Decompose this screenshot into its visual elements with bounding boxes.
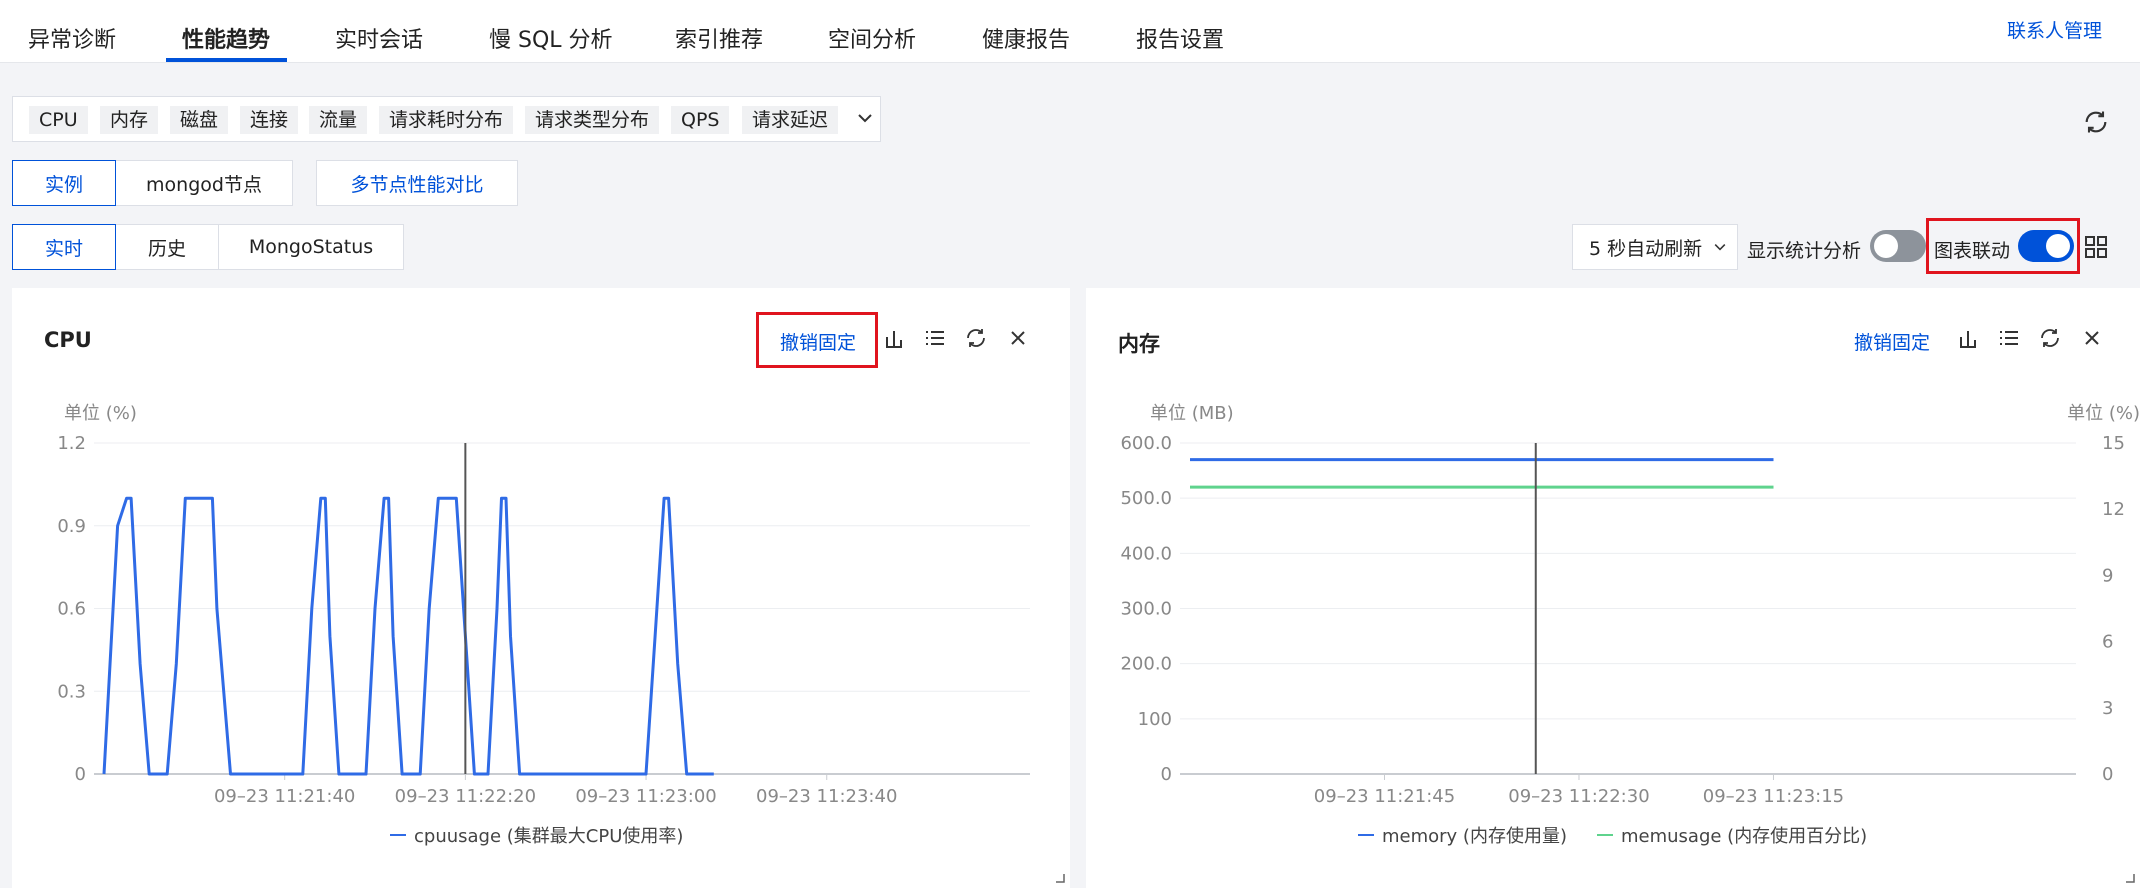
y-right-tick-label: 0 — [2102, 764, 2113, 785]
y-tick-label: 400.0 — [1120, 543, 1172, 564]
legend-label[interactable]: memusage (内存使用百分比) — [1621, 822, 1867, 848]
show-stats-label: 显示统计分析 — [1747, 240, 1862, 262]
unit-label-right: 单位 (%) — [2067, 403, 2140, 424]
mode-mongostatus-button[interactable]: MongoStatus — [218, 224, 404, 270]
top-nav: 异常诊断 性能趋势 实时会话 慢 SQL 分析 索引推荐 空间分析 健康报告 报… — [0, 0, 2140, 63]
chart-link-label: 图表联动 — [1934, 240, 2011, 262]
tab-index-recommend[interactable]: 索引推荐 — [675, 22, 763, 54]
y-tick-label: 600.0 — [1120, 433, 1172, 454]
cpu-chart-panel: CPU 撤销固定 单位 (%) 0 0.3 0.6 0.9 1.2 09–23 11:21:… — [12, 288, 1070, 888]
y-right-tick-label: 12 — [2102, 499, 2125, 520]
chevron-down-icon — [1714, 244, 1726, 251]
metric-tag-request-delay[interactable]: 请求延迟 — [742, 106, 839, 134]
grid-icon[interactable] — [2084, 235, 2108, 259]
tab-report-settings[interactable]: 报告设置 — [1136, 22, 1224, 54]
y-tick-label: 1.2 — [57, 433, 86, 454]
y-tick-label: 0 — [75, 764, 86, 785]
tab-slow-sql[interactable]: 慢 SQL 分析 — [489, 22, 613, 54]
memory-chart-panel: 内存 撤销固定 单位 (MB) 单位 (%) 0 100 200.0 300.0 400.0… — [1086, 288, 2140, 888]
metric-tag-connection[interactable]: 连接 — [240, 106, 299, 134]
chart-link-toggle[interactable] — [2018, 230, 2074, 262]
y-right-tick-label: 15 — [2102, 433, 2125, 454]
y-tick-label: 0.9 — [57, 516, 86, 537]
refresh-icon[interactable] — [2082, 108, 2110, 136]
x-tick-label: 09–23 11:22:20 — [395, 786, 536, 807]
auto-refresh-select[interactable]: 5 秒自动刷新 — [1572, 224, 1738, 270]
mode-history-button[interactable]: 历史 — [115, 224, 219, 270]
x-tick-label: 09–23 11:23:40 — [756, 786, 897, 807]
tab-performance-trend[interactable]: 性能趋势 — [182, 22, 270, 54]
metric-tag-latency-dist[interactable]: 请求耗时分布 — [379, 106, 514, 134]
memory-chart: 单位 (MB) 单位 (%)0100200.0300.0400.0500.0600… — [1120, 403, 2140, 807]
contact-management-link[interactable]: 联系人管理 — [2007, 16, 2102, 43]
y-tick-label: 500.0 — [1120, 488, 1172, 509]
y-tick-label: 200.0 — [1120, 654, 1172, 675]
y-right-tick-label: 3 — [2102, 698, 2113, 719]
toggle-knob — [2046, 234, 2070, 258]
y-right-tick-label: 6 — [2102, 632, 2113, 653]
legend-swatch — [390, 834, 406, 836]
legend-swatch — [1596, 834, 1613, 836]
metric-tag-qps[interactable]: QPS — [671, 106, 730, 134]
active-tab-indicator — [166, 58, 287, 62]
metric-selector[interactable]: CPU 内存 磁盘 连接 流量 请求耗时分布 请求类型分布 QPS 请求延迟 — [12, 96, 881, 142]
x-tick-label: 09–23 11:23:00 — [575, 786, 716, 807]
legend-label[interactable]: memory (内存使用量) — [1382, 822, 1567, 848]
multi-node-compare-button[interactable]: 多节点性能对比 — [316, 160, 518, 206]
y-tick-label: 0.3 — [57, 681, 86, 702]
unit-label-left: 单位 (MB) — [1150, 403, 1234, 424]
metric-tag-disk[interactable]: 磁盘 — [170, 106, 229, 134]
resize-icon[interactable] — [2122, 870, 2136, 884]
toggle-knob — [1874, 234, 1898, 258]
x-tick-label: 09–23 11:21:40 — [214, 786, 355, 807]
tab-realtime-session[interactable]: 实时会话 — [335, 22, 423, 54]
legend-swatch — [1358, 834, 1374, 836]
series-line-0 — [102, 496, 714, 776]
y-tick-label: 0.6 — [57, 599, 86, 620]
metric-tag-memory[interactable]: 内存 — [100, 106, 159, 134]
resize-icon[interactable] — [1052, 870, 1066, 884]
unit-label-left: 单位 (%) — [64, 403, 137, 424]
scope-instance-button[interactable]: 实例 — [12, 160, 116, 206]
y-tick-label: 100 — [1138, 709, 1172, 730]
chart-legend: cpuusage (集群最大CPU使用率) — [390, 822, 683, 848]
metric-tag-traffic[interactable]: 流量 — [309, 106, 368, 134]
y-tick-label: 0 — [1161, 764, 1172, 785]
chart-legend: memory (内存使用量) memusage (内存使用百分比) — [1358, 822, 1867, 848]
metric-tag-type-dist[interactable]: 请求类型分布 — [525, 106, 660, 134]
y-right-tick-label: 9 — [2102, 565, 2113, 586]
cpu-chart: 单位 (%) 0 0.3 0.6 0.9 1.2 09–23 11:21:40 09–23 1… — [57, 403, 1030, 807]
metric-tag-cpu[interactable]: CPU — [29, 106, 88, 134]
x-tick-label: 09–23 11:21:45 — [1314, 786, 1455, 807]
x-tick-label: 09–23 11:23:15 — [1703, 786, 1844, 807]
chevron-down-icon[interactable] — [855, 108, 875, 128]
tab-anomaly-diagnosis[interactable]: 异常诊断 — [28, 22, 116, 54]
auto-refresh-value: 5 秒自动刷新 — [1589, 237, 1703, 260]
scope-node-button[interactable]: mongod节点 — [115, 160, 293, 206]
tab-health-report[interactable]: 健康报告 — [982, 22, 1070, 54]
y-tick-label: 300.0 — [1120, 599, 1172, 620]
tab-space-analysis[interactable]: 空间分析 — [828, 22, 916, 54]
show-stats-toggle[interactable] — [1870, 230, 1926, 262]
mode-realtime-button[interactable]: 实时 — [12, 224, 116, 270]
legend-label[interactable]: cpuusage (集群最大CPU使用率) — [414, 822, 683, 848]
x-tick-label: 09–23 11:22:30 — [1508, 786, 1649, 807]
